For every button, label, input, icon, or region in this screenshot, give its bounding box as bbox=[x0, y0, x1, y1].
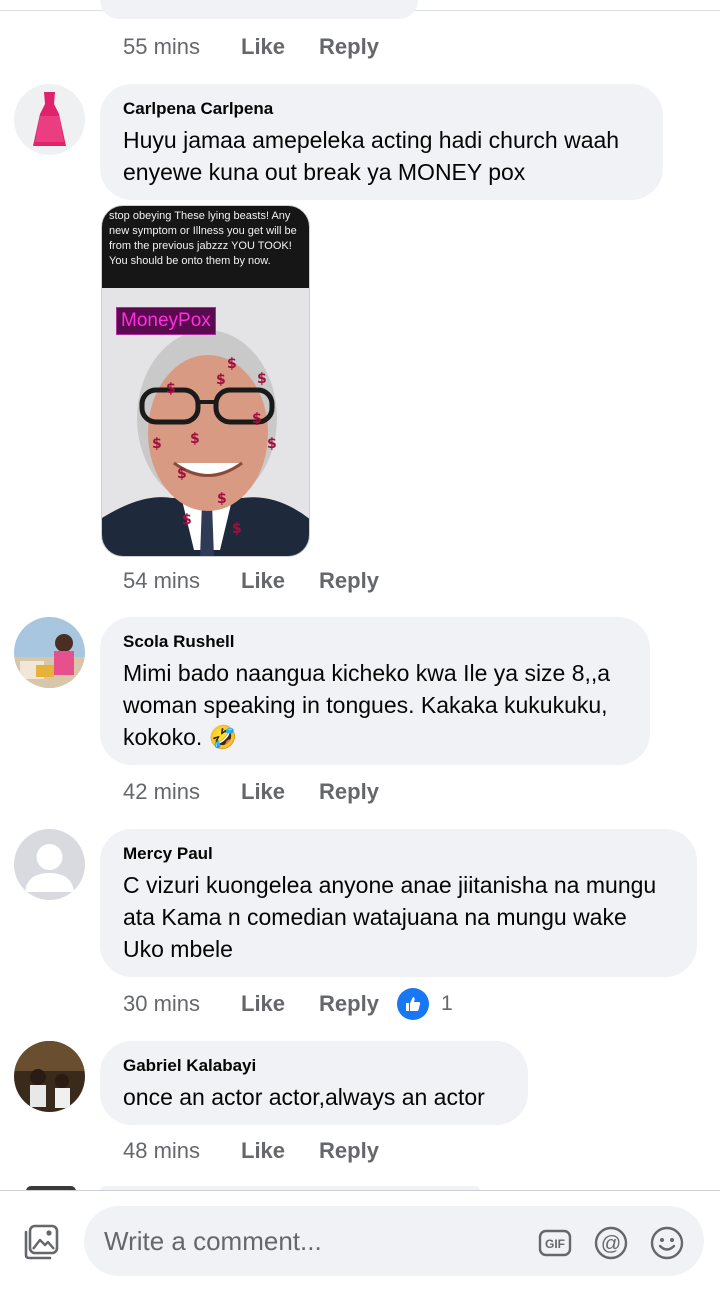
mention-icon[interactable]: @ bbox=[594, 1226, 628, 1260]
comment-author[interactable]: Carlpena Carlpena bbox=[123, 99, 641, 119]
reply-button[interactable]: Reply bbox=[319, 991, 379, 1017]
comment-image-attachment[interactable]: stop obeying These lying beasts! Any new… bbox=[101, 205, 310, 557]
like-button[interactable]: Like bbox=[241, 568, 285, 594]
comment-text: Mimi bado naangua kicheko kwa Ile ya siz… bbox=[123, 657, 628, 753]
svg-text:$: $ bbox=[267, 436, 277, 452]
comment-text-line: ata Kama n comedian watajuana na mungu w… bbox=[123, 904, 627, 930]
comment-time: 48 mins bbox=[123, 1138, 201, 1163]
like-button[interactable]: Like bbox=[241, 779, 285, 805]
comment-text-line: kokoko. 🤣 bbox=[123, 724, 238, 750]
like-button[interactable]: Like bbox=[241, 991, 285, 1017]
previous-comment-bubble bbox=[100, 0, 418, 19]
emoji-icon[interactable] bbox=[650, 1226, 684, 1260]
comment-text-line: Huyu jamaa amepeleka acting hadi church … bbox=[123, 127, 620, 153]
svg-text:$: $ bbox=[177, 466, 187, 482]
comment-bubble: Mercy Paul C vizuri kuongelea anyone ana… bbox=[100, 829, 697, 977]
meme-badge: MoneyPox bbox=[116, 307, 216, 335]
reply-button[interactable]: Reply bbox=[319, 1138, 379, 1164]
reply-button[interactable]: Reply bbox=[319, 779, 379, 805]
composer-divider bbox=[0, 1190, 720, 1191]
like-button[interactable]: Like bbox=[241, 1138, 285, 1164]
comment-bubble: Carlpena Carlpena Huyu jamaa amepeleka a… bbox=[100, 84, 663, 200]
gif-icon[interactable]: GIF bbox=[538, 1226, 572, 1260]
reaction-summary[interactable]: 1 bbox=[396, 988, 453, 1020]
svg-text:$: $ bbox=[166, 381, 176, 397]
svg-text:$: $ bbox=[217, 491, 227, 507]
comment-text-line: enyewe kuna out break ya MONEY pox bbox=[123, 159, 526, 185]
svg-text:$: $ bbox=[257, 371, 267, 387]
reply-button[interactable]: Reply bbox=[319, 568, 379, 594]
avatar-image bbox=[14, 84, 85, 155]
comment-actions: 30 mins Like Reply 1 bbox=[123, 988, 453, 1020]
meme-caption: stop obeying These lying beasts! Any new… bbox=[109, 210, 297, 267]
comment-time: 42 mins bbox=[123, 779, 201, 804]
comment-actions: 48 mins Like Reply bbox=[123, 1136, 413, 1166]
comment-author[interactable]: Mercy Paul bbox=[123, 844, 675, 864]
comment-actions: 54 mins Like Reply bbox=[123, 566, 413, 596]
reaction-count: 1 bbox=[440, 992, 453, 1015]
comment-text-line: once an actor actor,always an actor bbox=[123, 1084, 485, 1110]
default-avatar-icon bbox=[14, 829, 85, 900]
comment-time: 54 mins bbox=[123, 568, 201, 593]
comment-input[interactable]: Write a comment... bbox=[104, 1224, 322, 1258]
comment-text-line: Mimi bado naangua kicheko kwa Ile ya siz… bbox=[123, 660, 611, 686]
mention-label: @ bbox=[601, 1233, 621, 1255]
comment-actions: 55 mins Like Reply bbox=[123, 32, 413, 62]
avatar[interactable] bbox=[14, 1041, 85, 1112]
avatar[interactable] bbox=[14, 617, 85, 688]
svg-text:$: $ bbox=[252, 411, 262, 427]
svg-text:$: $ bbox=[190, 431, 200, 447]
comment-text-line: Uko mbele bbox=[123, 936, 233, 962]
comment-text-line: C vizuri kuongelea anyone anae jiitanish… bbox=[123, 872, 657, 898]
svg-text:$: $ bbox=[152, 436, 162, 452]
comment-author[interactable]: Scola Rushell bbox=[123, 632, 628, 652]
comment-text-line: woman speaking in tongues. Kakaka kukuku… bbox=[123, 692, 608, 718]
comment-actions: 42 mins Like Reply bbox=[123, 777, 413, 807]
svg-text:$: $ bbox=[232, 521, 242, 537]
avatar-image bbox=[14, 1041, 85, 1112]
reply-button[interactable]: Reply bbox=[319, 34, 379, 60]
svg-text:$: $ bbox=[227, 356, 237, 372]
comment-bubble: Gabriel Kalabayi once an actor actor,alw… bbox=[100, 1041, 528, 1125]
like-button[interactable]: Like bbox=[241, 34, 285, 60]
svg-text:$: $ bbox=[216, 372, 226, 388]
comment-text: once an actor actor,always an actor bbox=[123, 1081, 506, 1113]
comment-text: C vizuri kuongelea anyone anae jiitanish… bbox=[123, 869, 675, 965]
avatar[interactable] bbox=[14, 829, 85, 900]
comment-author[interactable]: Gabriel Kalabayi bbox=[123, 1056, 506, 1076]
comment-time: 55 mins bbox=[123, 34, 201, 59]
like-icon bbox=[396, 988, 429, 1020]
comment-text: Huyu jamaa amepeleka acting hadi church … bbox=[123, 124, 641, 188]
comment-composer[interactable]: Write a comment... GIF @ bbox=[84, 1206, 704, 1276]
comment-bubble: Scola Rushell Mimi bado naangua kicheko … bbox=[100, 617, 650, 765]
svg-text:$: $ bbox=[182, 512, 192, 528]
photo-icon[interactable] bbox=[22, 1223, 60, 1261]
comment-time: 30 mins bbox=[123, 991, 201, 1016]
gif-label: GIF bbox=[545, 1237, 565, 1251]
avatar[interactable] bbox=[14, 84, 85, 155]
avatar-image bbox=[14, 617, 85, 688]
